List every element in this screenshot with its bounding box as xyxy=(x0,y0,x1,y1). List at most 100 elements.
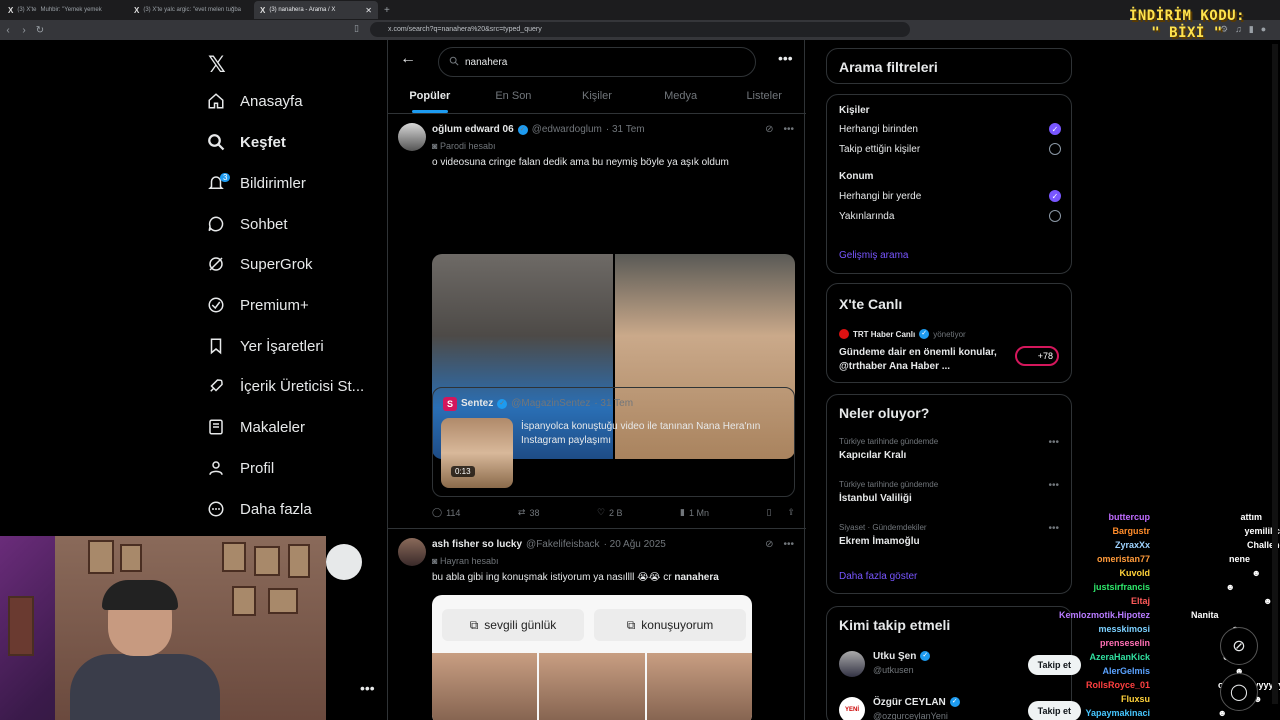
post-author[interactable]: oğlum edward 06 ✓ @edwardoglum · 31 Tem xyxy=(432,124,645,135)
nav-home[interactable]: Anasayfa xyxy=(206,86,303,116)
more-dots-icon[interactable]: ••• xyxy=(360,680,375,696)
reload-icon[interactable]: ↻ xyxy=(32,25,48,36)
radio-icon[interactable] xyxy=(1049,143,1061,155)
tab-title: (3) X'te yalc argic: "evet melen tuğba xyxy=(143,7,241,13)
radio-checked-icon[interactable]: ✓ xyxy=(1049,190,1061,202)
filter-option[interactable]: Yakınlarında xyxy=(839,210,1061,222)
verified-badge-icon: ✓ xyxy=(517,124,528,135)
more-options-icon[interactable]: ••• xyxy=(1048,523,1059,534)
post-button[interactable] xyxy=(326,544,362,580)
more-options-icon[interactable]: ••• xyxy=(778,50,793,66)
like-button[interactable]: ♡ 2 B xyxy=(597,507,623,518)
live-host[interactable]: TRT Haber Canlı ✓ yönetiyor xyxy=(839,329,1061,339)
wall-carpet xyxy=(8,596,34,656)
live-host-name: TRT Haber Canlı xyxy=(853,329,916,339)
follow-button[interactable]: Takip et xyxy=(1027,701,1081,720)
avatar[interactable] xyxy=(398,538,426,566)
media-image[interactable] xyxy=(432,653,538,720)
tab-lists[interactable]: Listeler xyxy=(722,84,806,113)
profile-icon[interactable]: ● xyxy=(1261,24,1266,35)
grok-fab-icon[interactable]: ⊘ xyxy=(1220,627,1258,665)
repost-button[interactable]: ⇄ 38 xyxy=(518,507,540,518)
more-options-icon[interactable]: ••• xyxy=(1048,437,1059,448)
grok-icon[interactable]: ⊘ xyxy=(765,539,773,550)
nav-supergrok[interactable]: SuperGrok xyxy=(206,249,313,279)
nav-premium[interactable]: Premium+ xyxy=(206,290,309,320)
nav-bookmarks[interactable]: Yer İşaretleri xyxy=(206,331,324,361)
nav-label: Makaleler xyxy=(240,418,306,436)
filter-option[interactable]: Takip ettiğin kişiler xyxy=(839,143,1061,155)
tab-people[interactable]: Kişiler xyxy=(555,84,639,113)
share-icon[interactable]: ⇪ xyxy=(787,507,795,518)
browser-tab-active[interactable]: X (3) nanahera - Arama / X ✕ xyxy=(254,1,378,19)
nav-profile[interactable]: Profil xyxy=(206,453,274,483)
tab-latest[interactable]: En Son xyxy=(472,84,556,113)
tab-popular[interactable]: Popüler xyxy=(388,84,472,113)
grok-icon[interactable]: ⊘ xyxy=(765,124,773,135)
live-listeners-count[interactable]: +78 xyxy=(1015,346,1059,366)
verified-badge-icon: ✓ xyxy=(497,398,508,409)
scrollbar[interactable] xyxy=(1272,44,1278,704)
browser-tab-1[interactable]: X (3) X'te Muhbir: "Yemek yemek xyxy=(2,1,126,19)
show-more-link[interactable]: Daha fazla göster xyxy=(839,571,917,582)
follow-button[interactable]: Takip et xyxy=(1027,655,1081,675)
back-icon[interactable]: ‹ xyxy=(0,25,16,36)
bookmark-page-icon[interactable]: ▯ xyxy=(354,23,359,34)
radio-icon[interactable] xyxy=(1049,210,1061,222)
more-options-icon[interactable]: ••• xyxy=(1048,480,1059,491)
post[interactable]: ash fisher so lucky @Fakelifeisback · 20… xyxy=(388,530,806,720)
post-author[interactable]: ash fisher so lucky @Fakelifeisback · 20… xyxy=(432,539,666,550)
radio-checked-icon[interactable]: ✓ xyxy=(1049,123,1061,135)
nav-notifications[interactable]: 3 Bildirimler xyxy=(206,168,306,198)
more-options-icon[interactable]: ••• xyxy=(783,539,794,550)
back-arrow-icon[interactable]: ← xyxy=(400,50,416,68)
filter-option[interactable]: Herhangi birinden ✓ xyxy=(839,123,1061,135)
nav-chat[interactable]: Sohbet xyxy=(206,209,288,239)
forward-icon[interactable]: › xyxy=(16,25,32,36)
chat-user: Yapaymakinaci xyxy=(1085,708,1150,718)
live-text[interactable]: Gündeme dair en önemli konular, @trthabe… xyxy=(839,346,1004,374)
x-favicon-icon: X xyxy=(260,5,266,15)
suggested-user-name[interactable]: Utku Şen ✓ xyxy=(873,651,931,662)
media-image[interactable] xyxy=(646,653,752,720)
search-icon xyxy=(449,56,459,69)
post[interactable]: oğlum edward 06 ✓ @edwardoglum · 31 Tem … xyxy=(388,115,806,529)
avatar[interactable] xyxy=(398,123,426,151)
avatar[interactable]: YENİ xyxy=(839,697,865,720)
trend-item[interactable]: İstanbul Valiliği xyxy=(839,493,912,504)
close-tab-icon[interactable]: ✕ xyxy=(365,6,372,15)
quoted-post[interactable]: S Sentez ✓ @MagazinSentez · 31 Tem 0:13 … xyxy=(432,387,795,497)
sidebar-icon[interactable]: ▮ xyxy=(1249,24,1254,35)
messages-fab-icon[interactable]: ◯ xyxy=(1220,673,1258,711)
nav-articles[interactable]: Makaleler xyxy=(206,412,305,442)
post-media[interactable]: ⧉ sevgili günlük ⧉ konuşuyorum xyxy=(432,595,752,720)
bookmark-button[interactable]: ▯ ⇪ xyxy=(767,507,796,518)
trend-item[interactable]: Ekrem İmamoğlu xyxy=(839,536,920,547)
search-tabs: Popüler En Son Kişiler Medya Listeler xyxy=(388,84,806,114)
media-image[interactable] xyxy=(539,653,645,720)
avatar[interactable] xyxy=(839,651,865,677)
search-input[interactable]: nanahera xyxy=(438,47,756,77)
quote-video-thumbnail[interactable] xyxy=(441,418,513,488)
suggested-user-name[interactable]: Özgür CEYLAN ✓ xyxy=(873,697,960,708)
views-button[interactable]: ▮ 1 Mn xyxy=(680,507,709,518)
wall-frame xyxy=(88,540,114,574)
trend-item[interactable]: Kapıcılar Kralı xyxy=(839,450,906,461)
discount-code-overlay: İNDİRİM KODU: " BİXİ " xyxy=(1128,8,1246,41)
chat-message: Bargustryemililicem xyxy=(1112,526,1280,536)
advanced-search-link[interactable]: Gelişmiş arama xyxy=(839,250,908,261)
tab-media[interactable]: Medya xyxy=(639,84,723,113)
nav-more[interactable]: Daha fazla xyxy=(206,494,312,524)
browser-tab-2[interactable]: X (3) X'te yalc argic: "evet melen tuğba xyxy=(128,1,252,19)
new-tab-icon[interactable]: + xyxy=(384,5,390,16)
nav-explore[interactable]: Keşfet xyxy=(206,127,286,157)
more-circle-icon xyxy=(206,499,226,519)
filter-option[interactable]: Herhangi bir yerde ✓ xyxy=(839,190,1061,202)
more-options-icon[interactable]: ••• xyxy=(783,124,794,135)
reply-button[interactable]: ◯ 114 xyxy=(432,507,460,518)
trt-logo-icon xyxy=(839,329,849,339)
address-bar[interactable]: x.com/search?q=nanahera%20&src=typed_que… xyxy=(370,22,910,37)
post-time: · 20 Ağu 2025 xyxy=(603,539,666,550)
nav-creator-studio[interactable]: İçerik Üreticisi St... xyxy=(206,371,364,401)
x-logo-icon[interactable]: 𝕏 xyxy=(208,52,226,78)
